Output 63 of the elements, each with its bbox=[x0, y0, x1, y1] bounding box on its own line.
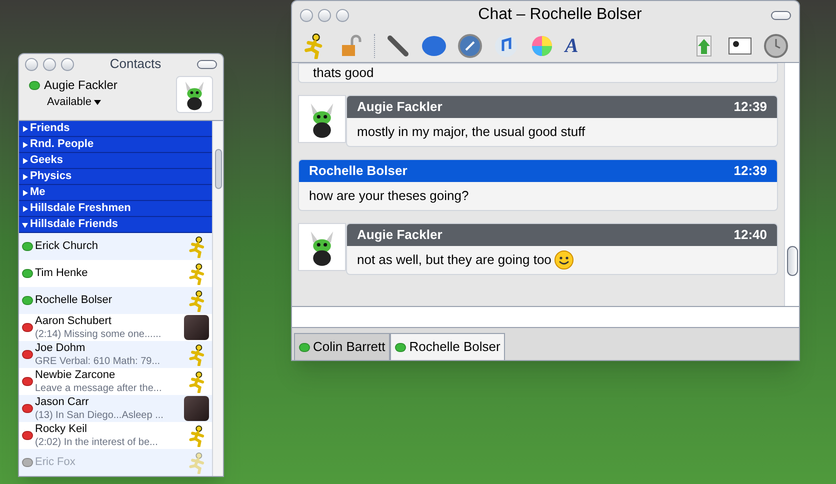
status-message: (13) In San Diego...Asleep ... bbox=[35, 408, 164, 422]
contact-row[interactable]: Erick Church bbox=[19, 233, 212, 260]
contact-name: Rocky Keil bbox=[35, 422, 88, 436]
disclosure-right-icon bbox=[22, 126, 28, 132]
status-message: (2:14) Missing some one...... bbox=[35, 328, 162, 340]
contact-name: Joe Dohm bbox=[35, 342, 86, 354]
message-header: Rochelle Bolser 12:39 bbox=[299, 160, 777, 182]
status-message: Leave a message after the... bbox=[35, 382, 163, 394]
toolbar-toggle-icon[interactable] bbox=[770, 10, 791, 20]
caret-icon bbox=[94, 100, 102, 105]
photo-placeholder bbox=[184, 315, 209, 340]
contact-row[interactable]: Joe Dohm GRE Verbal: 610 Math: 79... bbox=[19, 341, 212, 368]
contact-row[interactable]: Aaron Schubert (2:14) Missing some one...... bbox=[19, 314, 212, 341]
contact-row[interactable]: Rochelle Bolser bbox=[19, 287, 212, 314]
window-title: Chat – Rochelle Bolser bbox=[478, 5, 642, 25]
message-header: Augie Fackler 12:39 bbox=[347, 96, 777, 118]
chat-tab[interactable]: Rochelle Bolser bbox=[390, 333, 506, 360]
chat-tab[interactable]: Colin Barrett bbox=[294, 333, 390, 360]
window-button-icon[interactable] bbox=[336, 8, 349, 22]
message-text: how are your theses going? bbox=[309, 187, 469, 206]
message-header: Augie Fackler 12:40 bbox=[347, 224, 777, 246]
contact-name: Aaron Schubert bbox=[35, 314, 112, 328]
contact-name: Newbie Zarcone bbox=[35, 368, 116, 382]
status-message: (2:02) In the interest of be... bbox=[35, 436, 159, 448]
disclosure-right-icon bbox=[22, 206, 28, 212]
contact-name: Eric Fox bbox=[35, 456, 76, 469]
contact-name: Tim Henke bbox=[35, 267, 89, 280]
window-title: Contacts bbox=[110, 55, 162, 74]
font-button[interactable]: A bbox=[565, 30, 578, 60]
window-button-icon[interactable] bbox=[318, 8, 331, 22]
message-text: mostly in my major, the usual good stuff bbox=[357, 123, 586, 142]
user-name: Augie Fackler bbox=[44, 77, 118, 94]
window-button-icon[interactable] bbox=[25, 58, 38, 70]
toolbar-toggle-icon[interactable] bbox=[197, 60, 217, 68]
group-row[interactable]: Hillsdale Friends bbox=[19, 217, 212, 233]
group-row[interactable]: Friends bbox=[19, 121, 212, 137]
group-row[interactable]: Hillsdale Freshmen bbox=[19, 201, 212, 217]
disclosure-right-icon bbox=[22, 190, 28, 196]
contact-row[interactable]: Jason Carr (13) In San Diego...Asleep ... bbox=[19, 395, 212, 422]
contact-name: Rochelle Bolser bbox=[35, 294, 114, 307]
disclosure-right-icon bbox=[22, 158, 28, 164]
message-input-field[interactable] bbox=[292, 306, 799, 328]
message-text: not as well, but they are going too bbox=[357, 251, 552, 270]
disclosure-right-icon bbox=[22, 142, 28, 148]
group-row[interactable]: Geeks bbox=[19, 153, 212, 169]
message-text: thats good bbox=[313, 64, 374, 82]
compass-icon[interactable] bbox=[457, 32, 483, 58]
contact-name: Jason Carr bbox=[35, 396, 90, 408]
photo-placeholder bbox=[184, 396, 209, 421]
group-row[interactable]: Me bbox=[19, 185, 212, 201]
contact-name: Erick Church bbox=[35, 240, 99, 253]
window-button-icon[interactable] bbox=[61, 58, 74, 70]
clock-icon[interactable] bbox=[763, 32, 789, 58]
group-row[interactable]: Rnd. People bbox=[19, 137, 212, 153]
window-button-icon[interactable] bbox=[43, 58, 56, 70]
disclosure-right-icon bbox=[22, 174, 28, 180]
status-message: GRE Verbal: 610 Math: 79... bbox=[35, 354, 162, 368]
status-menu[interactable]: Available bbox=[47, 94, 118, 110]
scrollbar[interactable] bbox=[212, 121, 223, 476]
window-button-icon[interactable] bbox=[300, 8, 313, 22]
scrollbar[interactable] bbox=[784, 63, 799, 306]
group-row[interactable]: Physics bbox=[19, 169, 212, 185]
disclosure-down-icon bbox=[22, 222, 28, 228]
